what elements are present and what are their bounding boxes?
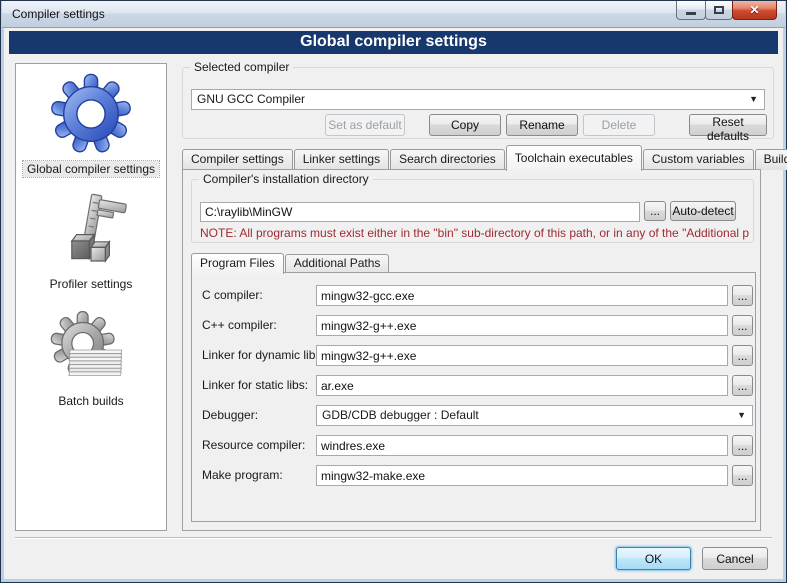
browse-dynamic-linker-button[interactable]: ... [732,345,753,366]
delete-button[interactable]: Delete [583,114,655,136]
form-row-cpp-compiler: C++ compiler: ... [192,315,755,336]
resource-compiler-input[interactable] [316,435,728,456]
rename-button[interactable]: Rename [506,114,578,136]
note-text: NOTE: All programs must exist either in … [200,226,749,240]
sidebar-item-batch-builds[interactable]: Batch builds [16,310,166,409]
close-button[interactable]: ✕ [732,1,777,20]
sidebar-item-label: Profiler settings [46,276,137,292]
caliper-icon [48,193,134,273]
tab-search-directories[interactable]: Search directories [390,149,505,170]
browse-cpp-compiler-button[interactable]: ... [732,315,753,336]
minimize-button[interactable] [676,1,706,20]
tab-compiler-settings[interactable]: Compiler settings [182,149,293,170]
browse-c-compiler-button[interactable]: ... [732,285,753,306]
sidebar-item-global-compiler-settings[interactable]: Global compiler settings [16,70,166,177]
tab-program-files[interactable]: Program Files [191,253,284,274]
tab-additional-paths[interactable]: Additional Paths [285,254,390,273]
compiler-select[interactable]: GNU GCC Compiler ▼ [191,89,765,110]
static-linker-input[interactable] [316,375,728,396]
form-row-dynamic-linker: Linker for dynamic libs: ... [192,345,755,366]
group-title: Compiler's installation directory [199,172,373,186]
close-icon: ✕ [749,3,759,17]
gray-gear-stack-icon [45,310,137,390]
debugger-select[interactable]: GDB/CDB debugger : Default ▼ [316,405,753,426]
chevron-down-icon: ▼ [737,406,746,425]
selected-compiler-group: Selected compiler GNU GCC Compiler ▼ Set… [182,67,774,139]
blue-gear-icon [43,70,139,158]
minimize-icon [686,12,696,15]
compiler-settings-window: Compiler settings ✕ Global compiler sett… [0,0,787,583]
auto-detect-button[interactable]: Auto-detect [670,201,736,221]
tab-build-options[interactable]: Build options [755,149,787,170]
reset-defaults-button[interactable]: Reset defaults [689,114,767,136]
compiler-select-value: GNU GCC Compiler [197,92,305,106]
form-row-make-program: Make program: ... [192,465,755,486]
dynamic-linker-input[interactable] [316,345,728,366]
set-as-default-button[interactable]: Set as default [325,114,405,136]
program-tabs: Program Files Additional Paths [191,252,390,273]
toolchain-executables-panel: Compiler's installation directory ... Au… [182,169,761,531]
browse-directory-button[interactable]: ... [644,201,666,221]
browse-resource-compiler-button[interactable]: ... [732,435,753,456]
settings-tabs: Compiler settings Linker settings Search… [182,143,776,170]
page-title: Global compiler settings [9,31,778,54]
form-row-static-linker: Linker for static libs: ... [192,375,755,396]
sidebar-item-label: Global compiler settings [23,161,159,177]
group-title: Selected compiler [190,60,293,74]
field-label: C++ compiler: [202,318,277,332]
field-label: Linker for static libs: [202,378,308,392]
form-row-debugger: Debugger: GDB/CDB debugger : Default ▼ [192,405,755,426]
sidebar-item-profiler-settings[interactable]: Profiler settings [16,193,166,292]
installation-directory-group: Compiler's installation directory ... Au… [191,179,754,243]
form-row-resource-compiler: Resource compiler: ... [192,435,755,456]
installation-directory-input[interactable] [200,202,640,222]
tab-linker-settings[interactable]: Linker settings [294,149,389,170]
field-label: Linker for dynamic libs: [202,348,325,362]
copy-button[interactable]: Copy [429,114,501,136]
maximize-button[interactable] [705,1,733,20]
footer-separator [15,537,772,539]
cpp-compiler-input[interactable] [316,315,728,336]
browse-static-linker-button[interactable]: ... [732,375,753,396]
field-label: Make program: [202,468,283,482]
make-program-input[interactable] [316,465,728,486]
tab-toolchain-executables[interactable]: Toolchain executables [506,145,642,171]
field-label: Resource compiler: [202,438,305,452]
tab-custom-variables[interactable]: Custom variables [643,149,754,170]
browse-make-program-button[interactable]: ... [732,465,753,486]
caption-buttons: ✕ [677,1,777,20]
maximize-icon [714,6,724,14]
program-files-panel: C compiler: ... C++ compiler: ... Linker… [191,272,756,522]
titlebar[interactable]: Compiler settings ✕ [2,1,785,28]
field-label: C compiler: [202,288,263,302]
window-title: Compiler settings [12,1,105,27]
chevron-down-icon: ▼ [749,90,758,109]
sidebar-item-label: Batch builds [54,393,127,409]
c-compiler-input[interactable] [316,285,728,306]
dialog-client-area: Global compiler settings [4,28,783,579]
form-row-c-compiler: C compiler: ... [192,285,755,306]
field-label: Debugger: [202,408,258,422]
settings-category-list: Global compiler settings [15,63,167,531]
debugger-select-value: GDB/CDB debugger : Default [322,408,479,422]
cancel-button[interactable]: Cancel [702,547,768,570]
ok-button[interactable]: OK [616,547,691,570]
